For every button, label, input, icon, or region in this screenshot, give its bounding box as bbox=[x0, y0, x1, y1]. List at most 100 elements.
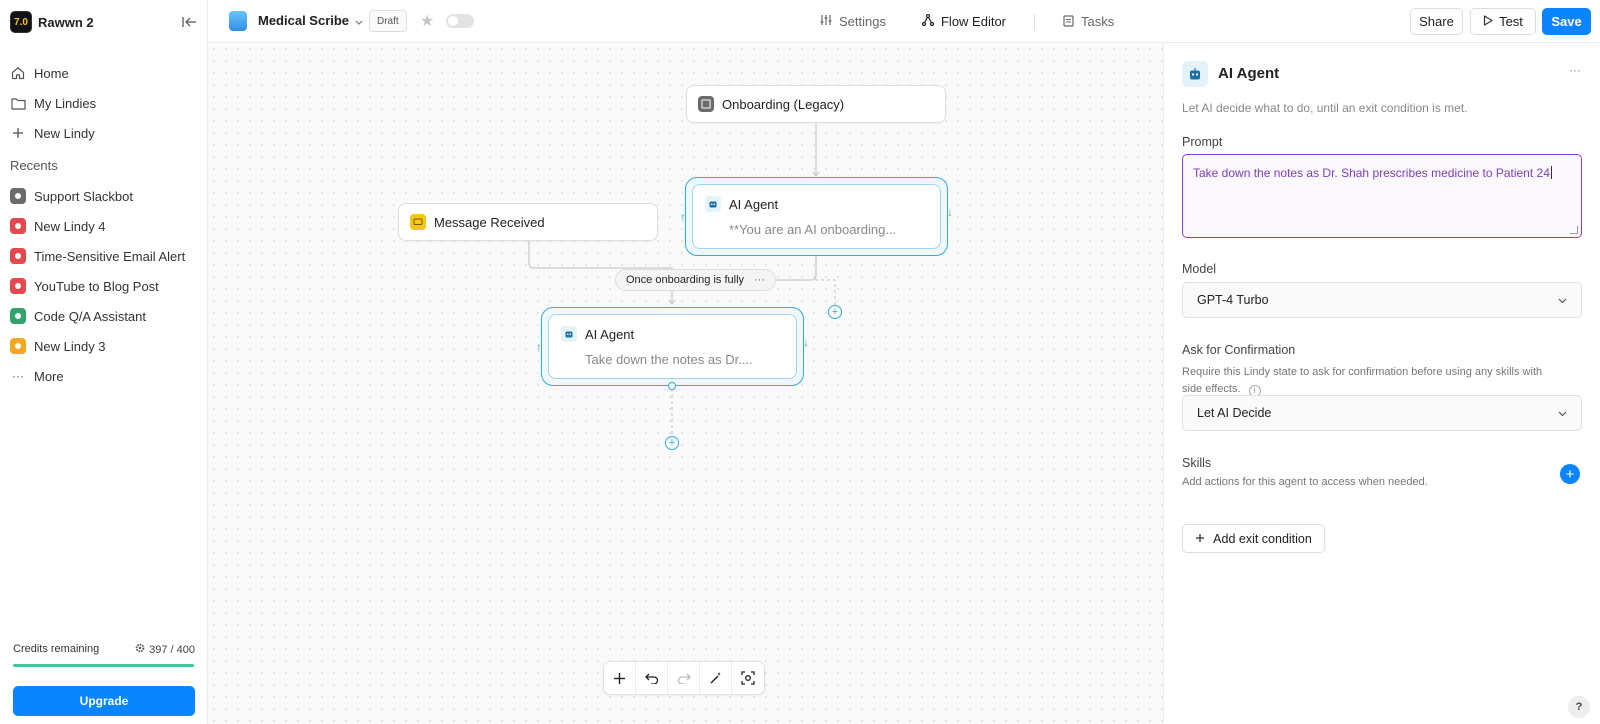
recent-new-lindy-3[interactable]: New Lindy 3 bbox=[10, 331, 198, 361]
robot-icon bbox=[1182, 61, 1208, 87]
test-button[interactable]: Test bbox=[1470, 8, 1536, 35]
model-select[interactable]: GPT-4 Turbo bbox=[1182, 282, 1582, 318]
flow-file-icon bbox=[229, 11, 247, 31]
editor-tabs: Settings Flow Editor Tasks bbox=[820, 0, 1150, 43]
loop-arrow-up-icon: ↑ bbox=[536, 340, 542, 354]
credits-label: Credits remaining bbox=[13, 643, 100, 655]
tab-settings-label: Settings bbox=[839, 14, 886, 29]
ai-agent-node-scribe[interactable]: AI Agent Take down the notes as Dr.... ↑… bbox=[536, 307, 809, 390]
recents-heading: Recents bbox=[10, 158, 58, 173]
sidebar: 7.0 Rawwn 2 Home My Lindies New Lindy Re… bbox=[0, 0, 208, 724]
credits-progress-fill bbox=[13, 664, 194, 667]
node-title: Message Received bbox=[434, 214, 545, 230]
magic-wand-icon[interactable] bbox=[700, 662, 732, 694]
recent-time-sensitive-email-alert[interactable]: Time-Sensitive Email Alert bbox=[10, 241, 198, 271]
more-label: More bbox=[34, 368, 64, 384]
text-caret bbox=[1550, 166, 1552, 179]
recent-code-qa-assistant[interactable]: Code Q/A Assistant bbox=[10, 301, 198, 331]
onboarding-icon bbox=[698, 96, 714, 112]
star-icon[interactable]: ★ bbox=[420, 11, 434, 31]
main-nav: Home My Lindies New Lindy bbox=[10, 58, 198, 148]
panel-more-icon[interactable]: ··· bbox=[1569, 63, 1581, 77]
recent-youtube-to-blog-post[interactable]: YouTube to Blog Post bbox=[10, 271, 198, 301]
recent-more[interactable]: ··· More bbox=[10, 361, 198, 391]
home-icon bbox=[10, 65, 26, 81]
ai-agent-node-onboarding[interactable]: AI Agent **You are an AI onboarding... ↑… bbox=[680, 177, 953, 256]
more-dots-icon: ··· bbox=[12, 369, 24, 383]
prompt-label: Prompt bbox=[1182, 135, 1223, 149]
robot-icon bbox=[561, 326, 577, 342]
recents-list: Support Slackbot New Lindy 4 Time-Sensit… bbox=[10, 181, 198, 391]
nav-new-lindy[interactable]: New Lindy bbox=[10, 118, 198, 148]
message-received-node[interactable]: Message Received bbox=[398, 203, 658, 241]
redo-icon[interactable] bbox=[668, 662, 700, 694]
recent-label: New Lindy 4 bbox=[34, 218, 106, 234]
top-bar: Medical Scribe Draft ★ Settings Flow Edi… bbox=[208, 0, 1600, 43]
tab-flow-editor[interactable]: Flow Editor bbox=[921, 13, 1006, 29]
sliders-icon bbox=[820, 14, 832, 29]
condition-label: Once onboarding is fully bbox=[626, 274, 745, 286]
model-label: Model bbox=[1182, 262, 1217, 276]
exit-condition-pill[interactable]: Once onboarding is fully ··· bbox=[615, 269, 777, 291]
model-value: GPT-4 Turbo bbox=[1197, 293, 1269, 307]
plus-icon bbox=[1195, 532, 1205, 546]
flow-canvas[interactable]: Onboarding (Legacy) Message Received AI … bbox=[208, 43, 1163, 724]
add-step-button[interactable]: + bbox=[665, 436, 679, 450]
confirmation-select[interactable]: Let AI Decide bbox=[1182, 395, 1582, 431]
workspace-logo: 7.0 bbox=[10, 11, 32, 33]
add-exit-condition-button[interactable]: Add exit condition bbox=[1182, 524, 1325, 553]
collapse-sidebar-icon[interactable] bbox=[180, 13, 198, 31]
nav-home[interactable]: Home bbox=[10, 58, 198, 88]
prompt-textarea[interactable]: Take down the notes as Dr. Shah prescrib… bbox=[1182, 154, 1582, 238]
node-title: AI Agent bbox=[585, 326, 635, 342]
help-button[interactable]: ? bbox=[1568, 696, 1590, 718]
tab-settings[interactable]: Settings bbox=[820, 14, 886, 29]
fit-view-icon[interactable] bbox=[732, 662, 764, 694]
panel-title: AI Agent bbox=[1218, 65, 1280, 82]
nav-home-label: Home bbox=[34, 65, 69, 81]
chart-icon bbox=[10, 218, 26, 234]
flow-name-dropdown[interactable]: Medical Scribe bbox=[258, 13, 363, 28]
node-title: AI Agent bbox=[729, 196, 779, 212]
nav-my-lindies[interactable]: My Lindies bbox=[10, 88, 198, 118]
clipboard-icon bbox=[1063, 14, 1074, 30]
flow-name: Medical Scribe bbox=[258, 13, 350, 28]
resize-handle[interactable] bbox=[1570, 226, 1578, 234]
credits-row: Credits remaining 397 / 400 bbox=[13, 643, 195, 656]
nav-new-lindy-label: New Lindy bbox=[34, 125, 95, 141]
message-icon bbox=[410, 214, 426, 230]
condition-more-icon[interactable]: ··· bbox=[754, 274, 765, 286]
folder-icon bbox=[10, 95, 26, 111]
share-button[interactable]: Share bbox=[1410, 8, 1463, 35]
node-settings-panel: AI Agent ··· Let AI decide what to do, u… bbox=[1163, 43, 1600, 724]
add-node-icon[interactable] bbox=[604, 662, 636, 694]
recent-new-lindy-4[interactable]: New Lindy 4 bbox=[10, 211, 198, 241]
node-description: **You are an AI onboarding... bbox=[729, 222, 897, 237]
confirmation-help-text: Require this Lindy state to ask for conf… bbox=[1182, 366, 1543, 395]
save-button[interactable]: Save bbox=[1542, 8, 1591, 35]
undo-icon[interactable] bbox=[636, 662, 668, 694]
output-handle[interactable] bbox=[668, 382, 676, 390]
upgrade-button[interactable]: Upgrade bbox=[13, 686, 195, 716]
recent-label: Time-Sensitive Email Alert bbox=[34, 248, 186, 264]
skills-help: Add actions for this agent to access whe… bbox=[1182, 476, 1428, 488]
add-step-button[interactable]: + bbox=[828, 305, 842, 319]
add-skill-button[interactable]: + bbox=[1560, 464, 1580, 484]
onboarding-legacy-node[interactable]: Onboarding (Legacy) bbox=[686, 85, 946, 123]
draft-badge: Draft bbox=[369, 10, 407, 32]
tab-tasks[interactable]: Tasks bbox=[1063, 14, 1114, 30]
recent-label: YouTube to Blog Post bbox=[34, 278, 159, 294]
credits-value: 397 / 400 bbox=[149, 643, 195, 656]
publish-toggle[interactable] bbox=[446, 14, 474, 28]
loop-arrow-down-icon: ↓ bbox=[803, 335, 809, 349]
recent-support-slackbot[interactable]: Support Slackbot bbox=[10, 181, 198, 211]
tab-divider bbox=[1034, 13, 1036, 30]
chevron-down-icon bbox=[1558, 293, 1567, 307]
node-description: Take down the notes as Dr.... bbox=[585, 352, 753, 367]
recent-label: Code Q/A Assistant bbox=[34, 308, 147, 324]
code-icon bbox=[10, 308, 26, 324]
workspace-name: Rawwn 2 bbox=[38, 14, 94, 30]
node-title: Onboarding (Legacy) bbox=[722, 96, 845, 112]
workspace-switcher[interactable]: 7.0 Rawwn 2 bbox=[10, 10, 198, 34]
canvas-toolbar bbox=[603, 661, 765, 695]
